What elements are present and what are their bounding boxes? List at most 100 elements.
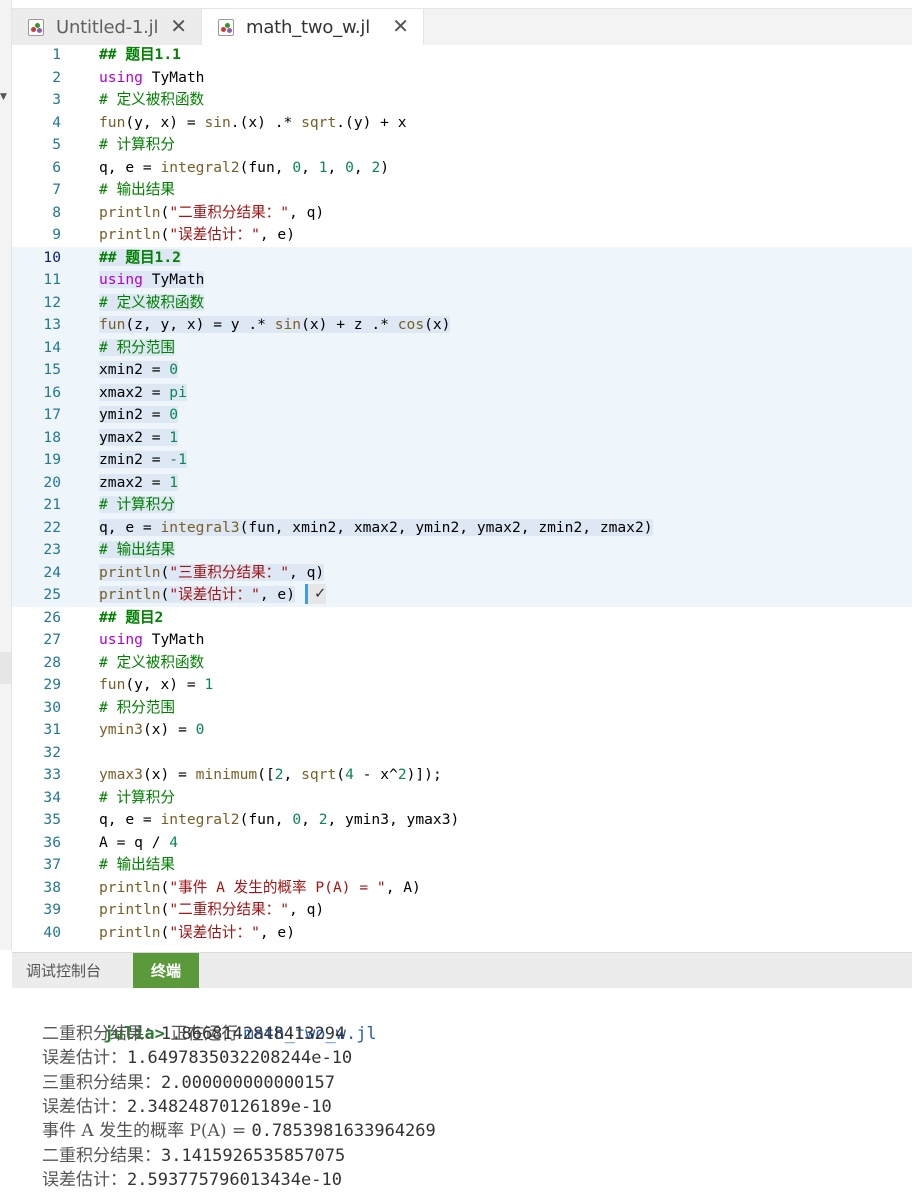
code-line[interactable]: 21 # 计算积分 xyxy=(12,494,912,517)
code-line[interactable]: 27 using TyMath xyxy=(12,629,912,652)
code-token: # 积分范围 xyxy=(99,338,175,356)
code-line[interactable]: 12 # 定义被积函数 xyxy=(12,292,912,315)
code-line[interactable]: 15 xmin2 = 0 xyxy=(12,359,912,382)
code-token: (y, x) = xyxy=(125,676,205,693)
code-token: , xyxy=(301,158,319,176)
code-token: "误差估计：" xyxy=(169,586,260,603)
output-value: 2.593775796013434e-10 xyxy=(127,1169,342,1190)
code-token: 0 xyxy=(345,158,354,176)
collapse-arrow-icon[interactable]: ▼ xyxy=(0,92,7,102)
code-line[interactable]: 2 using TyMath xyxy=(12,67,912,90)
terminal-output-line: 事件 A 发生的概率 P(A) = 0.7853981633964269 xyxy=(42,1119,436,1143)
code-token: integral2 xyxy=(160,158,240,176)
code-line[interactable]: 3 # 定义被积函数 xyxy=(12,89,912,112)
output-value: 1.6497835032208244e-10 xyxy=(127,1048,353,1069)
code-line[interactable]: 38 println("事件 A 发生的概率 P(A) = ", A) xyxy=(12,877,912,900)
code-editor[interactable]: 1 ## 题目1.1 2 using TyMath 3 # 定义被积函数 4 fun(y, x… xyxy=(12,45,912,950)
code-line[interactable]: 18 ymax2 = 1 xyxy=(12,427,912,450)
code-line[interactable]: 16 xmax2 = pi xyxy=(12,382,912,405)
code-token: 2 xyxy=(397,766,407,783)
code-token: using xyxy=(99,68,143,86)
close-icon[interactable]: ✕ xyxy=(170,14,187,38)
code-line[interactable]: 28 # 定义被积函数 xyxy=(12,652,912,675)
terminal-output[interactable]: julia> 正在运行 math_two_w.jl 二重积分结果：1.86681… xyxy=(12,988,912,1204)
code-text: println("事件 A 发生的概率 P(A) = ", A) xyxy=(99,877,421,900)
code-token: "三重积分结果：" xyxy=(169,563,290,581)
code-line[interactable]: 31 ymin3(x) = 0 xyxy=(12,719,912,742)
code-text: q, e = integral3(fun, xmin2, xmax2, ymin… xyxy=(99,517,653,540)
code-line[interactable]: 19 zmin2 = -1 xyxy=(12,449,912,472)
code-line[interactable]: 23 # 输出结果 xyxy=(12,539,912,562)
line-number: 6 xyxy=(52,158,61,176)
code-token: "误差估计：" xyxy=(169,923,260,941)
code-token: ymax2 = xyxy=(99,428,170,446)
line-number: 26 xyxy=(43,608,61,626)
code-line[interactable]: 5 # 计算积分 xyxy=(12,134,912,157)
code-token: # 计算积分 xyxy=(99,496,175,513)
code-line[interactable]: 25 println("误差估计：", e) ✓ xyxy=(12,584,912,607)
code-line[interactable]: 17 ymin2 = 0 xyxy=(12,404,912,427)
app-window: ▼ Untitled-1.jl ✕ math_two_w.jl ✕ 1 ## 题目… xyxy=(0,0,912,1204)
line-number: 2 xyxy=(52,68,61,86)
code-token: (fun, xyxy=(239,811,293,828)
code-line[interactable]: 10 ## 题目1.2 xyxy=(12,247,912,270)
code-line[interactable]: 6 q, e = integral2(fun, 0, 1, 0, 2) xyxy=(12,157,912,180)
terminal-output-line: 二重积分结果：3.1415926535857075 xyxy=(42,1144,345,1168)
code-line[interactable]: 36 A = q / 4 xyxy=(12,832,912,855)
terminal-output-line: 误差估计：1.6497835032208244e-10 xyxy=(42,1046,352,1070)
code-token: , q) xyxy=(289,901,325,918)
line-number: 36 xyxy=(43,833,61,851)
code-line[interactable]: 24 println("三重积分结果：", q) xyxy=(12,562,912,585)
code-line[interactable]: 22 q, e = integral3(fun, xmin2, xmax2, ym… xyxy=(12,517,912,540)
code-line[interactable]: 9 println("误差估计：", e) xyxy=(12,224,912,247)
code-text: ymin3(x) = 0 xyxy=(99,719,204,742)
code-line[interactable]: 11 using TyMath xyxy=(12,269,912,292)
close-icon[interactable]: ✕ xyxy=(392,14,409,38)
output-value: 0.7853981633964269 xyxy=(251,1121,436,1142)
code-line[interactable]: 8 println("二重积分结果：", q) xyxy=(12,202,912,225)
tab-untitled-1[interactable]: Untitled-1.jl ✕ xyxy=(12,9,202,46)
code-line[interactable]: 13 fun(z, y, x) = y .* sin(x) + z .* cos(… xyxy=(12,314,912,337)
tab-debug-console[interactable]: 调试控制台 xyxy=(26,953,101,989)
code-line[interactable]: 33 ymax3(x) = minimum([2, sqrt(4 - x^2)])… xyxy=(12,764,912,787)
code-token: zmax2 = xyxy=(99,473,170,491)
code-line[interactable]: 1 ## 题目1.1 xyxy=(12,44,912,67)
code-line[interactable]: 34 # 计算积分 xyxy=(12,787,912,810)
tab-math-two-w[interactable]: math_two_w.jl ✕ xyxy=(202,9,424,46)
code-text: fun(z, y, x) = y .* sin(x) + z .* cos(x) xyxy=(99,314,451,337)
code-line[interactable]: 39 println("二重积分结果：", q) xyxy=(12,899,912,922)
code-line[interactable]: 35 q, e = integral2(fun, 0, 2, ymin3, yma… xyxy=(12,809,912,832)
output-label: 误差估计： xyxy=(42,1048,127,1069)
line-number: 9 xyxy=(52,226,61,243)
output-label: 误差估计： xyxy=(42,1096,127,1117)
code-token: ( xyxy=(160,586,170,603)
code-line[interactable]: 26 ## 题目2 xyxy=(12,607,912,630)
output-value: 2.000000000000157 xyxy=(161,1072,335,1093)
code-line[interactable]: 20 zmax2 = 1 xyxy=(12,472,912,495)
line-number: 4 xyxy=(52,113,61,131)
code-token: "二重积分结果：" xyxy=(169,901,290,918)
bottom-panel-tabs: 调试控制台 终端 xyxy=(12,952,912,989)
line-number: 19 xyxy=(43,451,61,468)
code-token: # 计算积分 xyxy=(99,136,175,153)
code-line[interactable]: 14 # 积分范围 xyxy=(12,337,912,360)
line-number: 37 xyxy=(43,856,61,873)
code-token: 4 xyxy=(345,766,354,783)
code-line[interactable]: 4 fun(y, x) = sin.(x) .* sqrt.(y) + x xyxy=(12,112,912,135)
code-token: "事件 A 发生的概率 P(A) = " xyxy=(169,878,386,896)
code-token: 1 xyxy=(204,676,214,693)
cell-run-check-icon[interactable]: ✓ xyxy=(305,584,327,604)
code-line[interactable]: 32 xyxy=(12,742,912,765)
code-text: println("二重积分结果：", q) xyxy=(99,202,324,225)
code-line[interactable]: 40 println("误差估计：", e) xyxy=(12,922,912,945)
line-number: 10 xyxy=(43,248,61,266)
code-line[interactable]: 29 fun(y, x) = 1 xyxy=(12,674,912,697)
code-text: fun(y, x) = 1 xyxy=(99,674,213,697)
tab-terminal[interactable]: 终端 xyxy=(133,953,199,989)
code-line[interactable]: 7 # 输出结果 xyxy=(12,179,912,202)
line-number: 38 xyxy=(43,878,61,896)
code-line[interactable]: 30 # 积分范围 xyxy=(12,697,912,720)
code-token: "二重积分结果：" xyxy=(169,203,290,221)
code-line[interactable]: 37 # 输出结果 xyxy=(12,854,912,877)
code-token: fun xyxy=(99,676,126,693)
